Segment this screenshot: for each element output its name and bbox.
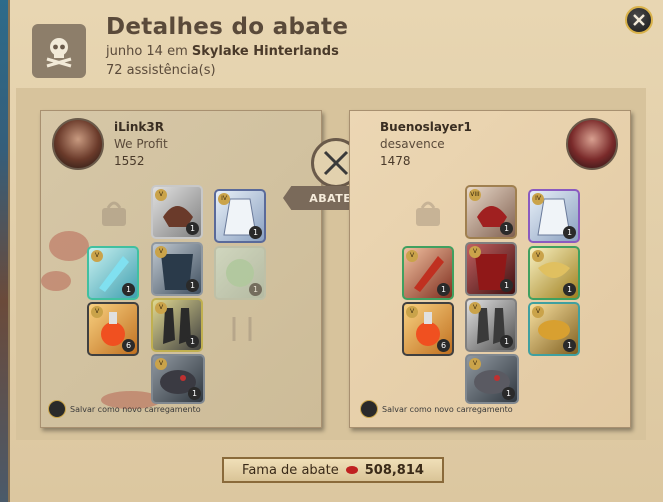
offhand-slot[interactable]: V 1 [528, 246, 580, 300]
close-button[interactable] [625, 6, 653, 34]
tier-badge: V [155, 189, 167, 201]
blood-stain [41, 271, 71, 291]
weapon-slot[interactable]: V 1 [87, 246, 139, 300]
quantity-badge: 1 [563, 283, 576, 296]
quantity-badge: 6 [122, 339, 135, 352]
tier-badge: V [469, 302, 481, 314]
food-slot[interactable]: V 1 [528, 302, 580, 356]
tier-badge: V [469, 246, 481, 258]
kill-fame-bar: Fama de abate 508,814 [222, 457, 444, 483]
quantity-badge: 6 [437, 339, 450, 352]
tier-badge: V [155, 246, 167, 258]
helmet-slot[interactable]: VIII 1 [465, 185, 517, 239]
helmet-slot[interactable]: V 1 [151, 185, 203, 239]
killer-item-power: 1552 [114, 154, 145, 168]
weapon-slot[interactable]: V 1 [402, 246, 454, 300]
victim-name[interactable]: Buenoslayer1 [380, 120, 472, 134]
quantity-badge: 1 [249, 226, 262, 239]
mount-slot[interactable]: V 1 [465, 354, 519, 404]
quantity-badge: 1 [249, 283, 262, 296]
bag-slot-empty [404, 190, 452, 238]
save-loadout-icon [360, 400, 378, 418]
boots-slot[interactable]: V 1 [465, 298, 517, 352]
victim-avatar [566, 118, 618, 170]
victim-item-power: 1478 [380, 154, 411, 168]
quantity-badge: 1 [186, 279, 199, 292]
kill-location: Skylake Hinterlands [191, 44, 339, 59]
quantity-badge: 1 [186, 335, 199, 348]
save-loadout-icon [48, 400, 66, 418]
save-loadout-label: Salvar como novo carregamento [70, 404, 201, 414]
kill-date: junho 14 em [106, 44, 188, 59]
quantity-badge: 1 [122, 283, 135, 296]
tier-badge: V [155, 358, 167, 370]
tier-badge: V [406, 250, 418, 262]
killer-guild: We Profit [114, 137, 168, 151]
quantity-badge: 1 [500, 222, 513, 235]
victim-save-loadout[interactable]: Salvar como novo carregamento [360, 400, 513, 418]
tier-badge: V [469, 358, 481, 370]
tier-badge: V [406, 306, 418, 318]
tier-badge: IV [532, 193, 544, 205]
blood-stain [49, 231, 89, 261]
killer-name[interactable]: iLink3R [114, 120, 164, 134]
skull-icon [32, 24, 86, 78]
mount-slot[interactable]: V 1 [151, 354, 205, 404]
quantity-badge: 1 [186, 222, 199, 235]
potion-slot[interactable]: V 6 [87, 302, 139, 356]
assist-count: 72 assistência(s) [106, 63, 216, 78]
quantity-badge: 1 [500, 335, 513, 348]
tier-badge: V [532, 250, 544, 262]
fame-icon [345, 466, 358, 474]
kill-fame-label: Fama de abate [242, 462, 339, 478]
quantity-badge: 1 [502, 387, 515, 400]
tier-badge: VIII [469, 189, 481, 201]
save-loadout-label: Salvar como novo carregamento [382, 404, 513, 414]
cape-slot[interactable]: IV 1 [528, 189, 580, 243]
killer-save-loadout[interactable]: Salvar como novo carregamento [48, 400, 201, 418]
tier-badge: V [532, 306, 544, 318]
tier-badge: V [155, 302, 167, 314]
bag-slot-empty [90, 190, 138, 238]
bag-icon [416, 201, 440, 226]
quantity-badge: 1 [437, 283, 450, 296]
armor-slot[interactable]: V 1 [465, 242, 517, 296]
tier-badge: V [91, 250, 103, 262]
offhand-slot[interactable]: 1 [214, 246, 266, 300]
armor-slot[interactable]: V 1 [151, 242, 203, 296]
quantity-badge: 1 [563, 339, 576, 352]
close-icon [633, 14, 645, 26]
tier-badge: V [91, 306, 103, 318]
quantity-badge: 1 [500, 279, 513, 292]
quantity-badge: 1 [188, 387, 201, 400]
boots-slot[interactable]: V 1 [151, 298, 203, 352]
cape-slot[interactable]: IV 1 [214, 189, 266, 243]
kill-fame-value: 508,814 [364, 462, 424, 478]
tier-badge: IV [218, 193, 230, 205]
page-title: Detalhes do abate [106, 14, 349, 40]
food-slot-empty [218, 305, 266, 353]
victim-guild: desavence [380, 137, 445, 151]
food-icon [232, 317, 252, 341]
kill-date-location: junho 14 em Skylake Hinterlands [106, 44, 339, 59]
bag-icon [102, 201, 126, 226]
killer-avatar [52, 118, 104, 170]
quantity-badge: 1 [563, 226, 576, 239]
potion-slot[interactable]: V 6 [402, 302, 454, 356]
